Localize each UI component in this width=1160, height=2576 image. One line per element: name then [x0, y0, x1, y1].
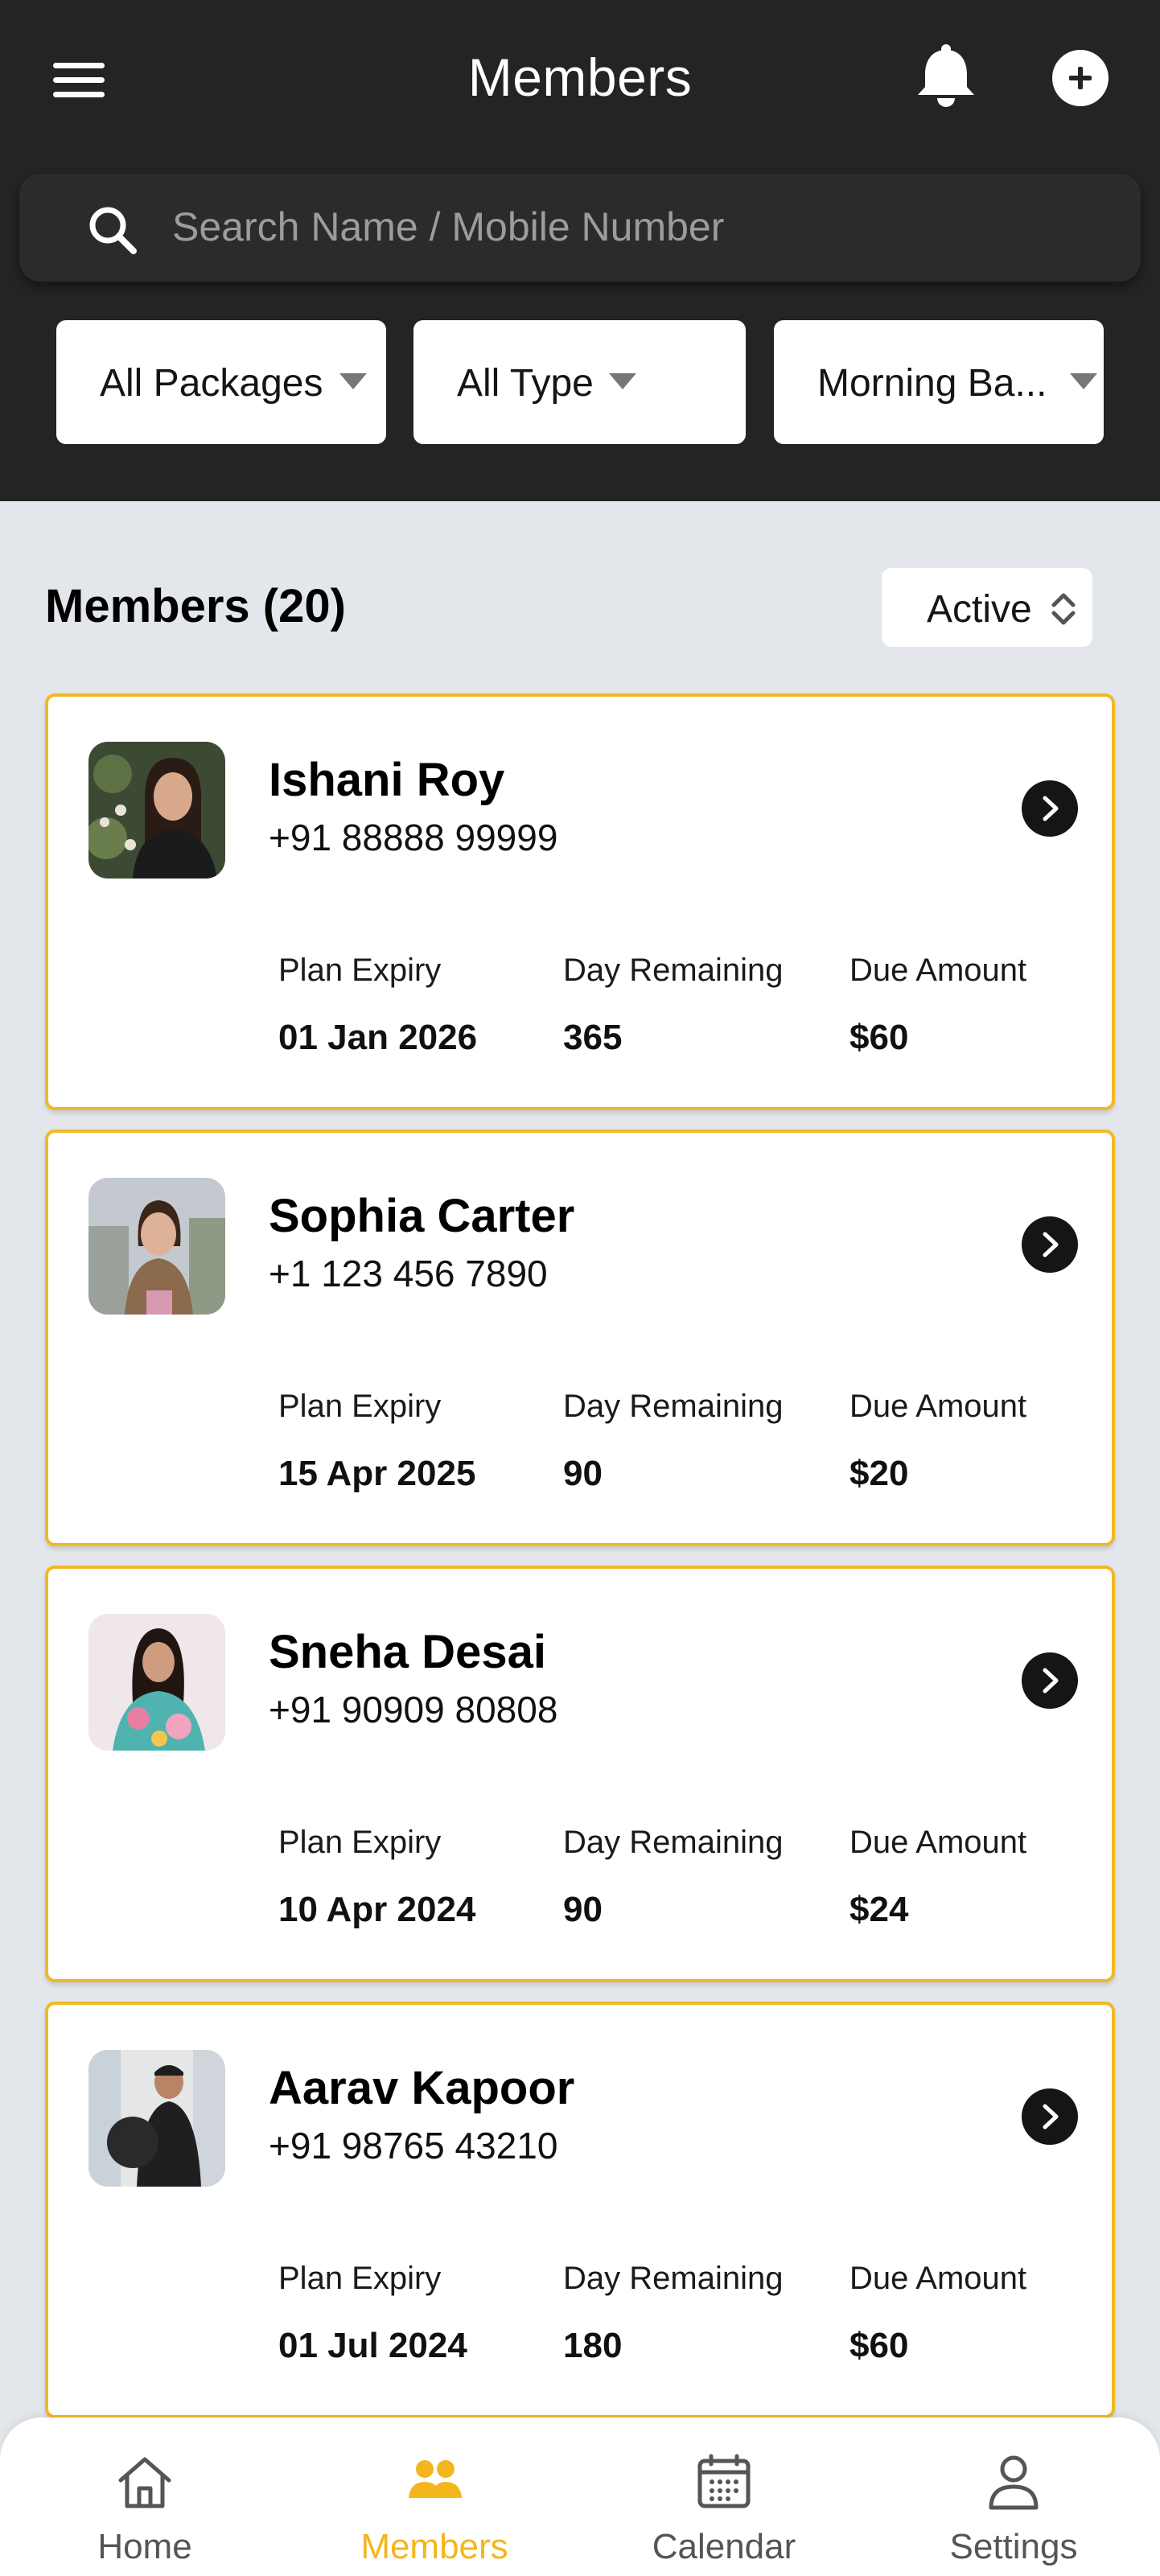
- plan-expiry-label: Plan Expiry: [278, 2261, 442, 2296]
- day-remaining-value: 365: [563, 1018, 623, 1057]
- status-select-label: Active: [927, 588, 1032, 631]
- due-amount-label: Due Amount: [849, 1825, 1027, 1860]
- caret-down-icon: [609, 373, 636, 389]
- due-amount-label: Due Amount: [849, 953, 1027, 988]
- type-filter-label: All Type: [457, 362, 594, 405]
- day-remaining-label: Day Remaining: [563, 2261, 784, 2296]
- due-amount-value: $60: [849, 2326, 909, 2365]
- search-input[interactable]: [172, 195, 1097, 259]
- plan-expiry-value: 10 Apr 2024: [278, 1890, 476, 1929]
- member-name: Aarav Kapoor: [269, 2062, 575, 2114]
- nav-item-settings[interactable]: Settings: [869, 2418, 1158, 2576]
- member-avatar: [88, 1614, 225, 1751]
- plan-expiry-label: Plan Expiry: [278, 1389, 442, 1424]
- member-phone: +91 98765 43210: [269, 2125, 558, 2167]
- member-card[interactable]: Aarav Kapoor +91 98765 43210 Plan Expiry…: [45, 2002, 1115, 2418]
- due-amount-label: Due Amount: [849, 2261, 1027, 2296]
- due-amount-value: $60: [849, 1018, 909, 1057]
- notification-bell-icon[interactable]: [914, 42, 978, 111]
- add-member-icon[interactable]: [1052, 50, 1109, 106]
- package-filter-label: All Packages: [100, 362, 323, 405]
- batch-filter-label: Morning Ba...: [817, 362, 1047, 405]
- nav-label: Settings: [949, 2527, 1078, 2566]
- members-count-title: Members (20): [45, 580, 346, 632]
- day-remaining-value: 90: [563, 1454, 603, 1493]
- nav-item-members[interactable]: Members: [290, 2418, 579, 2576]
- member-name: Ishani Roy: [269, 754, 505, 806]
- nav-item-home[interactable]: Home: [0, 2418, 290, 2576]
- page-title: Members: [467, 47, 693, 107]
- member-avatar: [88, 1178, 225, 1315]
- member-name: Sneha Desai: [269, 1626, 546, 1678]
- nav-item-calendar[interactable]: Calendar: [579, 2418, 869, 2576]
- due-amount-value: $24: [849, 1890, 909, 1929]
- calendar-icon: [697, 2454, 751, 2508]
- bottom-navigation: Home Members Calendar Settings: [0, 2418, 1160, 2576]
- package-filter-dropdown[interactable]: All Packages: [56, 320, 386, 444]
- search-bar: [19, 174, 1141, 282]
- due-amount-value: $20: [849, 1454, 909, 1493]
- member-card[interactable]: Sneha Desai +91 90909 80808 Plan Expiry …: [45, 1566, 1115, 1982]
- member-card[interactable]: Ishani Roy +91 88888 99999 Plan Expiry D…: [45, 693, 1115, 1110]
- app-header: Members All Packages All Type Morning Ba…: [0, 0, 1160, 501]
- member-avatar: [88, 742, 225, 879]
- members-icon: [409, 2460, 462, 2498]
- nav-label: Home: [97, 2527, 192, 2566]
- member-card[interactable]: Sophia Carter +1 123 456 7890 Plan Expir…: [45, 1130, 1115, 1546]
- member-phone: +91 88888 99999: [269, 817, 558, 858]
- nav-label: Members: [360, 2527, 508, 2566]
- chevron-right-icon[interactable]: [1022, 1216, 1078, 1273]
- batch-filter-dropdown[interactable]: Morning Ba...: [774, 320, 1104, 444]
- user-icon: [989, 2455, 1039, 2510]
- member-avatar: [88, 2050, 225, 2187]
- plan-expiry-value: 15 Apr 2025: [278, 1454, 476, 1493]
- member-phone: +91 90909 80808: [269, 1689, 558, 1730]
- day-remaining-label: Day Remaining: [563, 1389, 784, 1424]
- due-amount-label: Due Amount: [849, 1389, 1027, 1424]
- chevron-right-icon[interactable]: [1022, 1652, 1078, 1709]
- plan-expiry-value: 01 Jan 2026: [278, 1018, 478, 1057]
- plan-expiry-label: Plan Expiry: [278, 953, 442, 988]
- home-icon: [118, 2457, 171, 2508]
- day-remaining-label: Day Remaining: [563, 1825, 784, 1860]
- sort-updown-icon: [1051, 593, 1076, 625]
- chevron-right-icon[interactable]: [1022, 2088, 1078, 2145]
- chevron-right-icon[interactable]: [1022, 780, 1078, 837]
- type-filter-dropdown[interactable]: All Type: [413, 320, 746, 444]
- member-phone: +1 123 456 7890: [269, 1253, 548, 1294]
- caret-down-icon: [339, 373, 367, 389]
- nav-label: Calendar: [652, 2527, 796, 2566]
- status-select[interactable]: Active: [882, 568, 1092, 647]
- caret-down-icon: [1070, 373, 1097, 389]
- search-icon: [89, 207, 137, 254]
- plan-expiry-label: Plan Expiry: [278, 1825, 442, 1860]
- day-remaining-value: 90: [563, 1890, 603, 1929]
- member-name: Sophia Carter: [269, 1190, 575, 1242]
- day-remaining-label: Day Remaining: [563, 953, 784, 988]
- day-remaining-value: 180: [563, 2326, 623, 2365]
- plan-expiry-value: 01 Jul 2024: [278, 2326, 467, 2365]
